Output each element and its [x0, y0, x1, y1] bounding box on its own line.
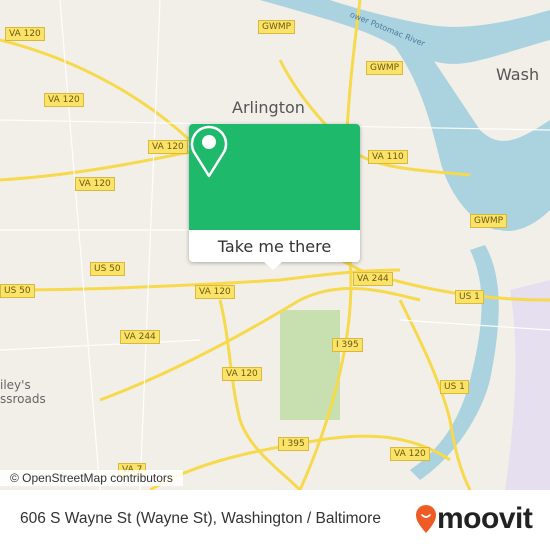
place-label-washington: Wash: [496, 65, 540, 84]
take-me-there-button[interactable]: Take me there: [189, 230, 360, 262]
place-label-crossroads: ssroads: [0, 392, 46, 406]
road-shield: US 50: [90, 262, 125, 276]
road-shield: I 395: [332, 338, 363, 352]
airport: [505, 280, 550, 490]
road-shield: VA 120: [75, 177, 115, 191]
road-shield: US 1: [455, 290, 484, 304]
road-shield: US 1: [440, 380, 469, 394]
moovit-logo[interactable]: moovit: [415, 502, 533, 536]
road-shield: VA 120: [222, 367, 262, 381]
map-pin-icon: [190, 125, 228, 178]
footer: 606 S Wayne St (Wayne St), Washington / …: [0, 490, 550, 550]
map-attribution[interactable]: © OpenStreetMap contributors: [0, 470, 183, 486]
popup-header: [189, 124, 360, 230]
road-shield: VA 120: [148, 140, 188, 154]
road-shield: VA 244: [120, 330, 160, 344]
road-shield: VA 110: [368, 150, 408, 164]
road-shield: VA 120: [44, 93, 84, 107]
location-popup[interactable]: Take me there: [189, 124, 360, 270]
road-shield: US 50: [0, 284, 35, 298]
moovit-pin-icon: [416, 505, 436, 533]
address-label: 606 S Wayne St (Wayne St), Washington / …: [20, 510, 381, 527]
road-shield: VA 120: [390, 447, 430, 461]
place-label-baileys: iley's: [0, 378, 31, 392]
road-shield: VA 244: [353, 272, 393, 286]
road-shield: GWMP: [470, 214, 508, 228]
road-shield: GWMP: [258, 20, 296, 34]
moovit-wordmark: moovit: [437, 502, 533, 535]
map[interactable]: Arlington Wash iley's ssroads ower Potom…: [0, 0, 550, 490]
place-label-arlington: Arlington: [232, 98, 305, 117]
road-shield: VA 120: [195, 285, 235, 299]
popup-pointer: [264, 262, 282, 270]
road-shield: GWMP: [366, 61, 404, 75]
road-shield: I 395: [278, 437, 309, 451]
road-shield: VA 120: [5, 27, 45, 41]
